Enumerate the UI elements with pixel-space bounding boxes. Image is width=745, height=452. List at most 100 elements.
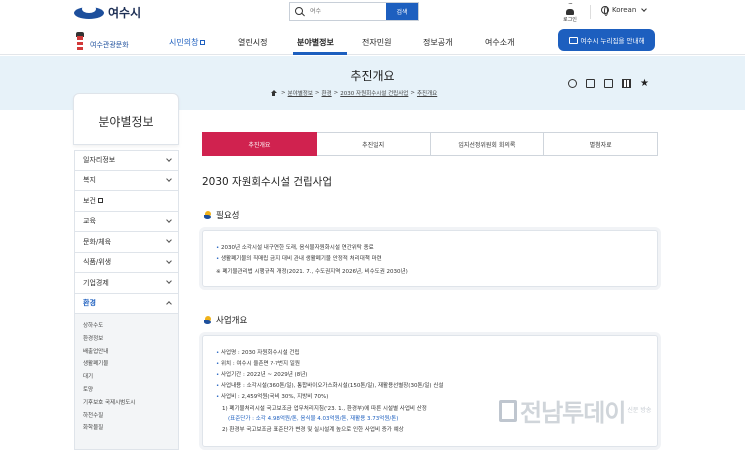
login-dots-icon: ···· — [568, 1, 573, 8]
breadcrumb-item[interactable]: 환경 — [322, 89, 332, 97]
sidebar-item-label: 보건 — [83, 196, 103, 206]
watermark-logo-icon — [499, 399, 517, 422]
section-heading-overview: 사업개요 — [204, 314, 247, 326]
breadcrumb-item[interactable]: 2030 자원회수시설 건립사업 — [340, 89, 408, 97]
nav-item-civil[interactable]: 전자민원 — [362, 37, 391, 48]
watermark-side-text: 신문 방송 — [627, 407, 652, 414]
tour-culture-link[interactable]: 여수관광문화 — [72, 30, 129, 54]
language-label: Korean — [612, 6, 637, 14]
star-icon[interactable]: ★ — [640, 79, 649, 89]
tab-overview[interactable]: 추진개요 — [202, 132, 317, 156]
bullet-text: • 사업비 : 2,459억원(국비 30%, 지방비 70%) — [216, 394, 329, 400]
search-button[interactable]: 검색 — [386, 3, 418, 20]
user-icon — [566, 9, 574, 15]
tab-minutes[interactable]: 입지선정위원회 회의록 — [430, 132, 545, 156]
share-icon[interactable] — [586, 79, 595, 88]
globe-icon — [601, 6, 609, 16]
sub-note-text: 2) 환경부 국고보조금 표준단가 변경 및 실시설계 높으로 인한 사업비 증… — [222, 427, 404, 433]
qr-code-icon[interactable] — [622, 79, 631, 88]
chevron-down-icon — [166, 155, 172, 162]
bullet-text: • 사업명 : 2030 자원회수시설 건립 — [216, 350, 300, 356]
home-icon[interactable] — [270, 90, 277, 96]
search-box: 검색 — [289, 2, 419, 21]
sidebar-menu: 일자리정보 복지 보건 교육 문화/체육 식품/위생 기업경제 환경 상하수도 … — [74, 150, 179, 450]
submenu-item[interactable]: 상하수도 — [83, 320, 178, 333]
nav-label: 시민의창 — [169, 38, 199, 47]
section-heading-necessity: 필요성 — [204, 209, 239, 221]
chevron-down-icon — [166, 278, 172, 285]
submenu-item[interactable]: 대기 — [83, 371, 178, 384]
language-select[interactable]: Korean — [601, 6, 648, 16]
chevron-up-icon — [166, 301, 172, 308]
sidebar-item-culture[interactable]: 문화/체육 — [74, 232, 179, 253]
gear-icon[interactable] — [568, 79, 577, 88]
sidebar-item-label: 교육 — [83, 217, 96, 226]
submenu-item[interactable]: 토양 — [83, 384, 178, 397]
sidebar-item-economy[interactable]: 기업경제 — [74, 273, 179, 294]
section-bullet-icon — [204, 315, 213, 325]
login-button[interactable]: ···· 로그인 — [559, 1, 581, 24]
sidebar-item-welfare[interactable]: 복지 — [74, 170, 179, 191]
tour-label: 여수관광문화 — [90, 41, 129, 49]
login-label: 로그인 — [563, 17, 577, 23]
submenu-item[interactable]: 환경정보 — [83, 333, 178, 346]
sidebar-item-environment[interactable]: 환경 — [74, 293, 179, 314]
breadcrumb-sep: > — [314, 90, 320, 96]
sidebar-item-jobs[interactable]: 일자리정보 — [74, 150, 179, 171]
sidebar-item-label: 식품/위생 — [83, 258, 112, 267]
logo-mark-icon — [74, 4, 104, 21]
sidebar-item-health[interactable]: 보건 — [74, 191, 179, 212]
site-logo[interactable]: 여수시 — [74, 4, 141, 21]
submenu-item[interactable]: 생활폐기물 — [83, 358, 178, 371]
submenu-item[interactable]: 화학물질 — [83, 422, 178, 435]
top-bar: 여수시 검색 ···· 로그인 Korean — [0, 0, 745, 27]
bullet-text: • 2030년 소각시설 내구연한 도래, 음식물자원화시설 연간위탁 종료 — [216, 245, 374, 251]
nav-item-citizen[interactable]: 시민의창 — [169, 37, 206, 48]
submenu-item[interactable]: 하천수질 — [83, 410, 178, 423]
bullet-text: • 생활폐기물의 직매립 금지 대비 관내 생활폐기물 안정적 처리대책 마련 — [216, 256, 382, 262]
chevron-down-icon — [166, 216, 172, 223]
sidebar-item-label: 일자리정보 — [83, 156, 116, 165]
header-divider — [590, 5, 591, 19]
monitor-icon — [568, 36, 578, 44]
search-input[interactable] — [308, 3, 386, 20]
sidebar-title: 분야별정보 — [98, 115, 154, 129]
nav-item-intro[interactable]: 여수소개 — [485, 37, 514, 48]
watermark: 전남투데이 신문 방송 — [499, 393, 651, 428]
nav-item-field-info[interactable]: 분야별정보 — [297, 37, 334, 48]
tab-attachments[interactable]: 별첨자료 — [544, 132, 658, 156]
nav-item-open-admin[interactable]: 열린시정 — [238, 37, 267, 48]
submenu-item[interactable]: 기후보호 국제시범도시 — [83, 397, 178, 410]
bullet-text: • 위치 : 여수시 율촌면 ?·?번지 일원 — [216, 361, 300, 367]
external-link-icon — [200, 40, 206, 45]
sub-note-text: 1) 폐기물처리시설 국고보조금 업무처리지침('23. 1., 환경부)에 따… — [222, 406, 427, 412]
content-title: 2030 자원회수시설 건립사업 — [202, 176, 332, 188]
section-heading-text: 사업개요 — [216, 316, 248, 326]
sidebar-item-label: 복지 — [83, 176, 96, 185]
sidebar-submenu: 상하수도 환경정보 배출업안내 생활폐기물 대기 토양 기후보호 국제시범도시 … — [74, 314, 179, 450]
ai-guide-button[interactable]: 여수시 누리집을 안내해 — [558, 29, 655, 51]
content-tabs: 추진개요 추진일지 입지선정위원회 회의록 별첨자료 — [202, 132, 658, 156]
bullet-text: • 사업기간 : 2022년 ~ 2029년 (8년) — [216, 372, 308, 378]
breadcrumb-item[interactable]: 분야별정보 — [288, 89, 313, 97]
sidebar-item-label: 환경 — [83, 299, 96, 308]
section-bullet-icon — [204, 210, 213, 220]
breadcrumb-item-current[interactable]: 추진개요 — [417, 89, 437, 97]
section-heading-text: 필요성 — [216, 211, 240, 221]
sidebar-item-food[interactable]: 식품/위생 — [74, 252, 179, 273]
nav-item-disclosure[interactable]: 정보공개 — [423, 37, 452, 48]
logo-text: 여수시 — [108, 6, 142, 20]
breadcrumb-sep: > — [410, 90, 415, 96]
breadcrumb-sep: > — [281, 90, 286, 96]
note-text: ※ 폐기물관리법 시행규칙 개정(2021. 7., 수도권지역 2026년, … — [216, 269, 408, 275]
sidebar-item-education[interactable]: 교육 — [74, 211, 179, 232]
sidebar-item-label: 문화/체육 — [83, 237, 112, 246]
print-icon[interactable] — [604, 79, 613, 88]
chevron-down-icon — [641, 6, 648, 12]
submenu-item[interactable]: 배출업안내 — [83, 346, 178, 359]
sidebar-item-label: 기업경제 — [83, 278, 109, 287]
bullet-text: • 사업내용 : 소각시설(360톤/일), 통합바이오가스화시설(150톤/일… — [216, 383, 444, 389]
page-tools: ★ — [568, 79, 649, 89]
tab-log[interactable]: 추진일지 — [316, 132, 431, 156]
nav-active-underline — [293, 52, 347, 55]
